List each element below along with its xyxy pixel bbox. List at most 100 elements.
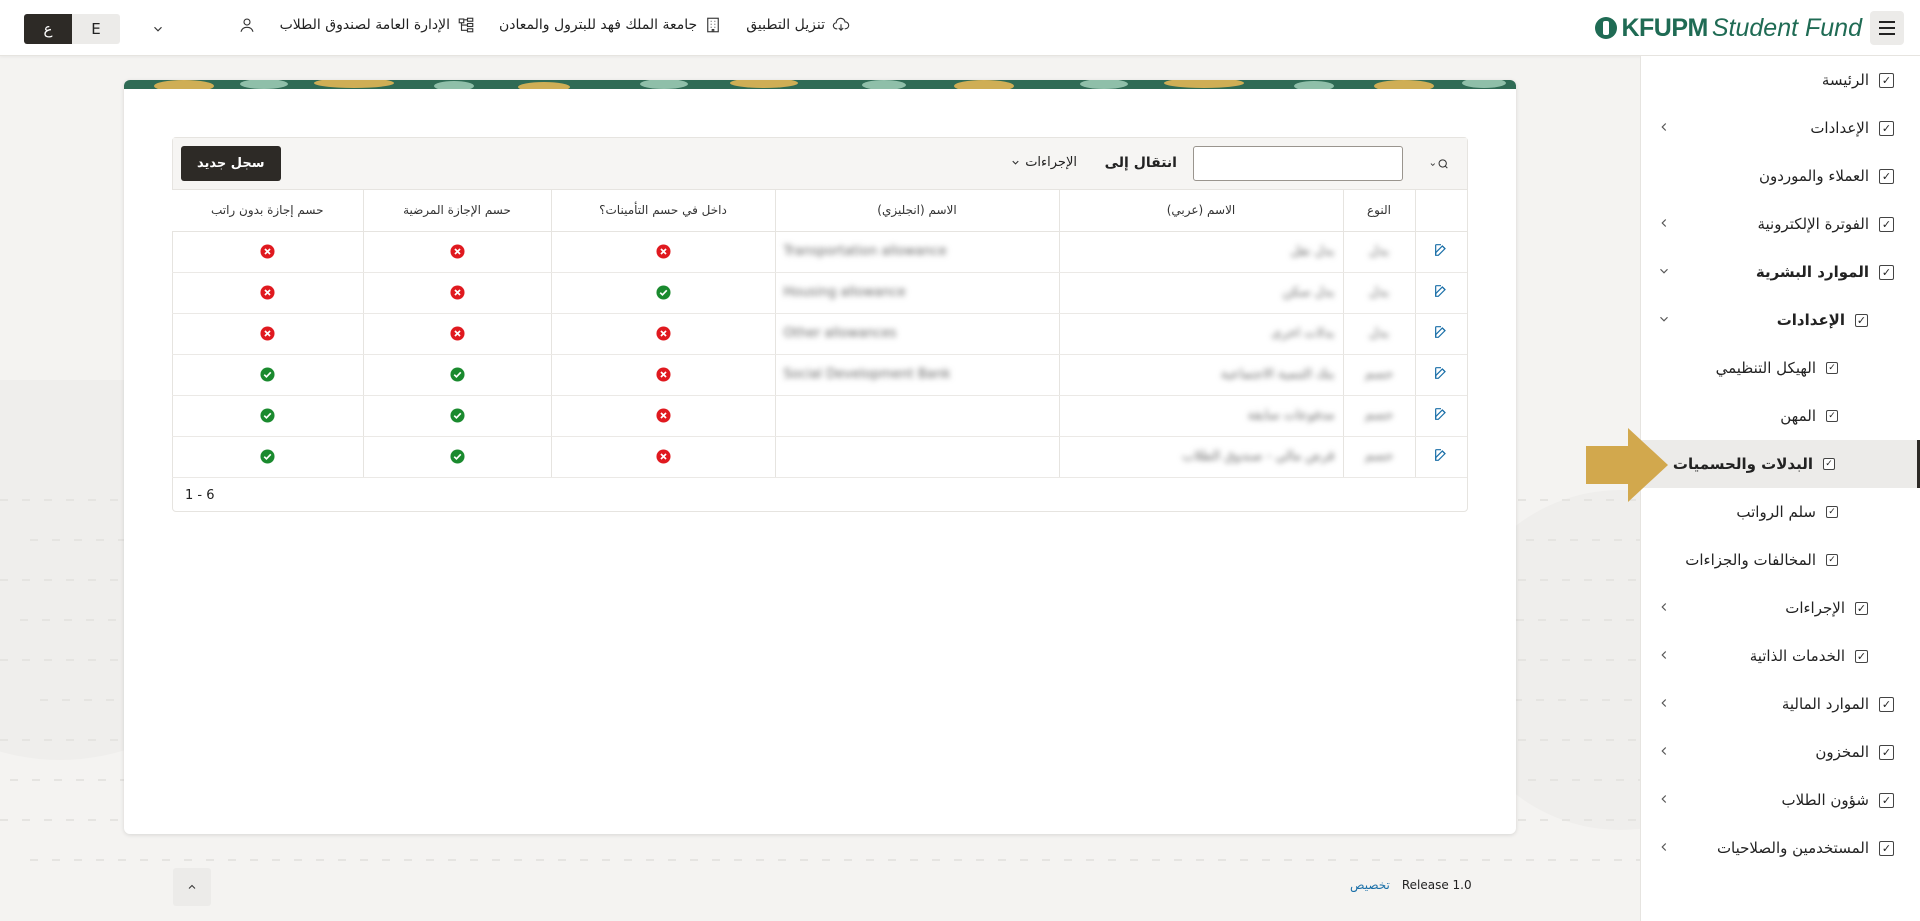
checkbox-icon: ✓ [1879,72,1894,88]
lang-arabic-button[interactable]: ع [24,14,72,44]
report-toolbar: انتقال إلى الإجراءات سجل جديد [173,138,1467,190]
checkbox-icon: ✓ [1823,458,1835,470]
checkbox-icon: ✓ [1879,696,1894,712]
x-circle-icon [260,285,275,300]
unpaid-leave-cell [172,436,363,478]
search-column-selector[interactable] [1429,154,1449,174]
pointer-arrow-icon [1586,428,1668,502]
table-row: بدل بدل نقل Transportation allowance [172,231,1467,273]
kfupm-logo[interactable]: KFUPM Student Fund [1595,12,1862,44]
name-ar-cell: بدل سكن [1058,272,1343,314]
logo-brand: KFUPM [1621,13,1708,42]
sidebar-item-label: البدلات والحسميات [1672,455,1813,473]
table-row: حسم قرض مالي - صندوق الطلاب [172,436,1467,478]
type-cell: حسم [1342,436,1415,478]
name-en-cell [774,395,1059,437]
edit-icon[interactable] [1433,365,1449,381]
x-circle-icon [655,449,671,464]
name-ar-cell: بدل نقل [1058,231,1343,273]
chevron-left-icon [1661,795,1667,803]
col-type[interactable]: النوع [1342,190,1415,232]
sidebar-item-student-affairs[interactable]: ✓ شؤون الطلاب [1641,776,1920,824]
chevron-left-icon [1661,219,1667,227]
sidebar-item-hr-settings[interactable]: ✓ الإعدادات [1641,296,1920,344]
name-en-cell: Transportation allowance [774,231,1059,273]
edit-icon[interactable] [1433,283,1449,299]
allowances-report: انتقال إلى الإجراءات سجل جديد النوع الاس… [172,137,1468,512]
col-name-en[interactable]: الاسم (انجليزي) [774,190,1059,232]
x-circle-icon [260,244,275,259]
sidebar-item-customers-suppliers[interactable]: ✓ العملاء والموردون [1641,152,1920,200]
chevron-down-icon[interactable] [148,19,168,39]
sidebar-item-procedures[interactable]: ✓ الإجراءات [1641,584,1920,632]
sidebar-item-professions[interactable]: ✓ المهن [1641,392,1920,440]
checkbox-icon: ✓ [1879,792,1894,808]
chevron-down-icon [1012,160,1019,165]
language-switcher: ع E [24,14,168,44]
edit-icon[interactable] [1433,447,1449,463]
sidebar-item-salary-scale[interactable]: ✓ سلم الرواتب [1641,488,1920,536]
col-name-ar[interactable]: الاسم (عربي) [1058,190,1343,232]
edit-icon[interactable] [1433,406,1449,422]
unpaid-leave-cell [172,395,363,437]
sidebar-item-settings[interactable]: ✓ الإعدادات [1641,104,1920,152]
header-links: تنزيل التطبيق جامعة الملك فهد للبترول وا… [238,16,850,34]
name-en-cell: Housing allowance [774,272,1059,314]
sick-leave-cell [362,436,551,478]
col-in-gosi[interactable]: داخل في حسم التأمينات؟ [550,190,775,232]
checkbox-icon: ✓ [1855,313,1868,327]
sidebar-item-users-permissions[interactable]: ✓ المستخدمين والصلاحيات [1641,824,1920,872]
chevron-left-icon [1661,699,1667,707]
sidebar-item-violations-penalties[interactable]: ✓ المخالفات والجزاءات [1641,536,1920,584]
actions-label: الإجراءات [1025,155,1077,170]
check-circle-icon [449,449,465,464]
customize-link[interactable]: تخصيص [1350,878,1390,892]
chevron-down-icon [1430,162,1435,166]
edit-icon[interactable] [1433,324,1449,340]
sick-leave-cell [362,231,551,273]
actions-menu-button[interactable]: الإجراءات [1010,155,1077,170]
chevron-left-icon [1661,123,1667,131]
menu-toggle-button[interactable] [1870,11,1904,45]
sidebar-item-home[interactable]: ✓ الرئيسة [1641,56,1920,104]
user-icon [240,18,254,32]
in-gosi-cell [550,354,775,396]
goto-button[interactable]: انتقال إلى [1105,155,1177,171]
search-input[interactable] [1193,146,1403,181]
x-circle-icon [260,326,275,341]
x-circle-icon [655,367,671,382]
col-unpaid-leave[interactable]: حسم إجازة بدون راتب [172,190,363,232]
col-sick-leave[interactable]: حسم الإجازة المرضية [362,190,551,232]
table-row: بدل بدلات اخرى Other allowances [172,313,1467,355]
unpaid-leave-cell [172,231,363,273]
checkbox-icon: ✓ [1879,216,1894,232]
sidebar-item-org-structure[interactable]: ✓ الهيكل التنظيمي [1641,344,1920,392]
checkbox-icon: ✓ [1826,362,1838,374]
sidebar-item-hr[interactable]: ✓ الموارد البشرية [1641,248,1920,296]
sidebar-item-label: الإعدادات [1810,119,1869,137]
scroll-to-top-button[interactable] [173,868,211,906]
sidebar-item-allowances-deductions[interactable]: ✓ البدلات والحسميات [1641,440,1920,488]
col-edit [1414,190,1467,232]
edit-icon[interactable] [1433,242,1449,258]
main-card: انتقال إلى الإجراءات سجل جديد النوع الاس… [124,80,1516,834]
download-app-link[interactable]: تنزيل التطبيق [746,16,850,34]
sidebar-item-inventory[interactable]: ✓ المخزون [1641,728,1920,776]
check-circle-icon [260,408,275,423]
type-cell: بدل [1342,231,1415,273]
lang-english-button[interactable]: E [72,14,120,44]
sidebar-item-label: الفوترة الإلكترونية [1757,215,1869,233]
new-record-button[interactable]: سجل جديد [181,146,281,181]
university-link[interactable]: جامعة الملك فهد للبترول والمعادن [499,16,722,34]
sidebar-item-self-services[interactable]: ✓ الخدمات الذاتية [1641,632,1920,680]
cloud-download-icon [832,17,850,32]
sidebar-item-label: المخالفات والجزاءات [1685,551,1816,569]
checkbox-icon: ✓ [1879,168,1894,184]
sidebar-item-label: سلم الرواتب [1736,503,1816,521]
name-en-cell [774,436,1059,478]
x-circle-icon [655,326,671,341]
department-link[interactable]: الإدارة العامة لصندوق الطلاب [280,16,475,34]
user-menu[interactable] [238,16,256,34]
sidebar-item-e-invoicing[interactable]: ✓ الفوترة الإلكترونية [1641,200,1920,248]
sidebar-item-finance[interactable]: ✓ الموارد المالية [1641,680,1920,728]
